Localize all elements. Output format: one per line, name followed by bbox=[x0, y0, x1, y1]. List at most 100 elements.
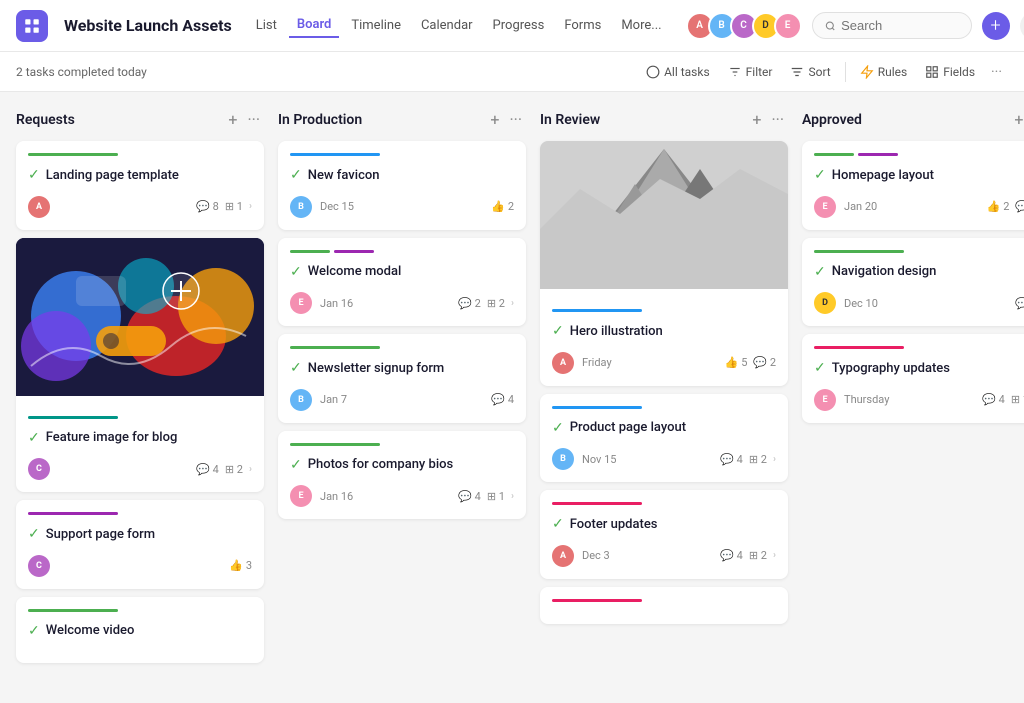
card-bar bbox=[814, 346, 904, 349]
rules-button[interactable]: Rules bbox=[852, 61, 915, 83]
nav-forms[interactable]: Forms bbox=[556, 14, 609, 37]
column-add-in-review[interactable]: + bbox=[746, 108, 767, 131]
card-meta: 💬 4 ⊞ 1 › bbox=[982, 393, 1024, 406]
card-date: Nov 15 bbox=[582, 453, 712, 466]
card-title-text: Hero illustration bbox=[570, 323, 663, 341]
card-meta: 💬 2 ⊞ 2 › bbox=[458, 297, 514, 310]
expand-icon[interactable]: › bbox=[249, 464, 252, 475]
search-box[interactable] bbox=[812, 12, 972, 39]
card-partial-review[interactable] bbox=[540, 587, 788, 624]
card-title-text: Homepage layout bbox=[832, 167, 934, 185]
comments-count: 💬 2 bbox=[458, 297, 481, 310]
nav-list[interactable]: List bbox=[248, 14, 285, 37]
column-title-in-review: In Review bbox=[540, 112, 742, 128]
expand-icon[interactable]: › bbox=[773, 454, 776, 465]
card-newsletter-form[interactable]: ✓ Newsletter signup form B Jan 7 💬 4 bbox=[278, 334, 526, 423]
comments-count: 💬 4 bbox=[458, 490, 481, 503]
card-avatar: B bbox=[290, 196, 312, 218]
expand-icon[interactable]: › bbox=[249, 201, 252, 212]
card-new-favicon[interactable]: ✓ New favicon B Dec 15 👍 2 bbox=[278, 141, 526, 230]
card-title-text: Navigation design bbox=[832, 263, 937, 281]
search-input[interactable] bbox=[841, 18, 958, 33]
nav-timeline[interactable]: Timeline bbox=[343, 14, 409, 37]
card-meta: 👍 3 bbox=[229, 559, 252, 572]
expand-icon[interactable]: › bbox=[773, 550, 776, 561]
subtasks-count: ⊞ 2 bbox=[749, 549, 767, 562]
card-typography-updates[interactable]: ✓ Typography updates E Thursday 💬 4 ⊞ 1 … bbox=[802, 334, 1024, 423]
sort-button[interactable]: Sort bbox=[782, 61, 838, 83]
column-title-approved: Approved bbox=[802, 112, 1004, 128]
fields-label: Fields bbox=[943, 65, 975, 79]
card-product-page[interactable]: ✓ Product page layout B Nov 15 💬 4 ⊞ 2 › bbox=[540, 394, 788, 483]
column-add-requests[interactable]: + bbox=[222, 108, 243, 131]
comments-count: 💬 4 bbox=[720, 549, 743, 562]
card-avatar: C bbox=[28, 458, 50, 480]
column-more-in-review[interactable]: ··· bbox=[767, 108, 788, 131]
card-landing-page[interactable]: ✓ Landing page template A 💬 8 ⊞ 1 › bbox=[16, 141, 264, 230]
card-title-text: Photos for company bios bbox=[308, 456, 453, 474]
card-company-bios[interactable]: ✓ Photos for company bios E Jan 16 💬 4 ⊞… bbox=[278, 431, 526, 520]
card-hero-illustration[interactable]: ✓ Hero illustration A Friday 👍 5 💬 2 bbox=[540, 141, 788, 386]
column-add-approved[interactable]: + bbox=[1008, 108, 1024, 131]
card-date: Thursday bbox=[844, 393, 974, 406]
card-title: ✓ Support page form bbox=[28, 525, 252, 545]
column-header-in-production: In Production + ··· bbox=[278, 108, 526, 131]
card-welcome-modal[interactable]: ✓ Welcome modal E Jan 16 💬 2 ⊞ 2 › bbox=[278, 238, 526, 327]
nav-more[interactable]: More... bbox=[613, 14, 669, 37]
logo-icon bbox=[23, 17, 41, 35]
card-footer: C 💬 4 ⊞ 2 › bbox=[28, 458, 252, 480]
avatar: E bbox=[774, 12, 802, 40]
subtasks-count: ⊞ 1 bbox=[487, 490, 505, 503]
all-tasks-icon bbox=[646, 65, 660, 79]
project-title: Website Launch Assets bbox=[64, 16, 232, 35]
check-icon: ✓ bbox=[814, 166, 826, 186]
comments-count: 💬 3 bbox=[1015, 297, 1024, 310]
card-footer: D Dec 10 💬 3 bbox=[814, 292, 1024, 314]
column-title-requests: Requests bbox=[16, 112, 218, 128]
column-more-in-production[interactable]: ··· bbox=[505, 108, 526, 131]
card-title-text: Typography updates bbox=[832, 360, 950, 378]
help-button[interactable]: ? bbox=[1020, 12, 1024, 40]
card-welcome-video[interactable]: ✓ Welcome video bbox=[16, 597, 264, 664]
card-bar bbox=[290, 346, 380, 349]
card-avatar: B bbox=[552, 448, 574, 470]
column-cards-approved: ✓ Homepage layout E Jan 20 👍 2 💬 4 ✓ bbox=[802, 141, 1024, 423]
check-icon: ✓ bbox=[290, 166, 302, 186]
check-icon: ✓ bbox=[28, 429, 40, 449]
check-icon: ✓ bbox=[814, 263, 826, 283]
card-bar bbox=[28, 609, 118, 612]
fields-button[interactable]: Fields bbox=[917, 61, 983, 83]
card-avatar: A bbox=[552, 545, 574, 567]
comments-count: 💬 4 bbox=[982, 393, 1005, 406]
all-tasks-button[interactable]: All tasks bbox=[638, 61, 718, 83]
check-icon: ✓ bbox=[552, 419, 564, 439]
card-avatar: E bbox=[814, 389, 836, 411]
card-bar bbox=[28, 512, 118, 515]
more-options-button[interactable]: ··· bbox=[985, 60, 1008, 84]
card-date: Jan 20 bbox=[844, 200, 979, 213]
card-feature-image[interactable]: ✓ Feature image for blog C 💬 4 ⊞ 2 › bbox=[16, 238, 264, 493]
subtasks-count: ⊞ 2 bbox=[487, 297, 505, 310]
card-body: ✓ Feature image for blog C 💬 4 ⊞ 2 › bbox=[16, 406, 264, 493]
toolbar-right: All tasks Filter Sort Rules Fields ··· bbox=[638, 60, 1008, 84]
card-avatar: D bbox=[814, 292, 836, 314]
column-add-in-production[interactable]: + bbox=[484, 108, 505, 131]
card-title: ✓ Homepage layout bbox=[814, 166, 1024, 186]
card-title-text: Welcome modal bbox=[308, 263, 402, 281]
card-navigation-design[interactable]: ✓ Navigation design D Dec 10 💬 3 bbox=[802, 238, 1024, 327]
expand-icon[interactable]: › bbox=[511, 491, 514, 502]
filter-button[interactable]: Filter bbox=[720, 61, 781, 83]
expand-icon[interactable]: › bbox=[511, 298, 514, 309]
card-bar bbox=[552, 599, 642, 602]
add-button[interactable]: + bbox=[982, 12, 1010, 40]
nav-progress[interactable]: Progress bbox=[485, 14, 553, 37]
card-footer: E Jan 16 💬 2 ⊞ 2 › bbox=[290, 292, 514, 314]
card-footer-updates[interactable]: ✓ Footer updates A Dec 3 💬 4 ⊞ 2 › bbox=[540, 490, 788, 579]
nav-board[interactable]: Board bbox=[289, 13, 339, 38]
card-homepage-layout[interactable]: ✓ Homepage layout E Jan 20 👍 2 💬 4 bbox=[802, 141, 1024, 230]
column-more-requests[interactable]: ··· bbox=[243, 108, 264, 131]
nav-calendar[interactable]: Calendar bbox=[413, 14, 481, 37]
card-support-page[interactable]: ✓ Support page form C 👍 3 bbox=[16, 500, 264, 589]
check-icon: ✓ bbox=[290, 456, 302, 476]
toolbar: 2 tasks completed today All tasks Filter… bbox=[0, 52, 1024, 92]
